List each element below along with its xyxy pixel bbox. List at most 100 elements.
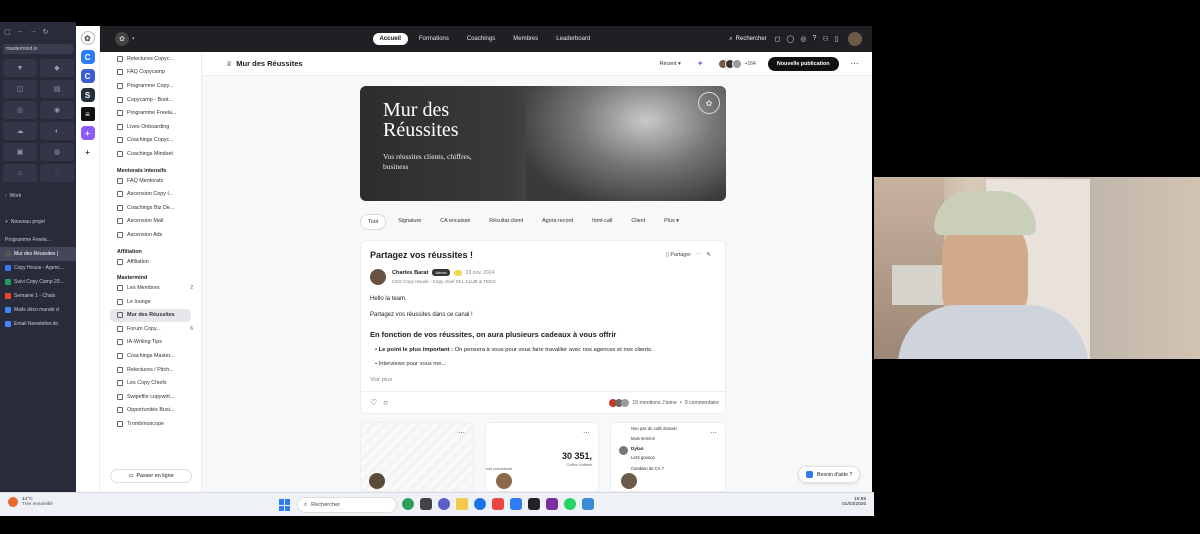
pinned-tab[interactable]: ◆ — [40, 59, 74, 77]
space-item[interactable]: Forum Copy... 6 — [100, 322, 201, 336]
help-button[interactable]: Besoin d'aide ? — [798, 466, 861, 483]
bookmark-icon[interactable]: ▯ — [835, 35, 839, 43]
store-icon[interactable] — [510, 498, 522, 510]
reload-icon[interactable]: ↻ — [43, 28, 49, 36]
browser-tab[interactable]: Copy House - Agenc... — [0, 261, 76, 275]
help-icon[interactable]: ? — [812, 35, 816, 43]
app-icon[interactable] — [546, 498, 558, 510]
slack-icon[interactable] — [492, 498, 504, 510]
space-item[interactable]: Relectures Copyc... — [100, 52, 201, 66]
section-heading-mentorats[interactable]: Mentorats intensifs — [100, 161, 201, 174]
post-more-icon[interactable]: ⋯ — [696, 252, 701, 258]
space-item[interactable]: Les Copy Chiefs — [100, 376, 201, 390]
search-button[interactable]: ⌕ Rechercher — [729, 36, 766, 43]
space-item[interactable]: Programme Freela... — [100, 106, 201, 120]
space-item[interactable]: Copycamp - Boot... — [100, 93, 201, 107]
pinned-tab[interactable]: ◍ — [40, 143, 74, 161]
messages-icon[interactable]: ◎ — [800, 35, 806, 43]
add-app-icon[interactable]: + — [81, 145, 95, 159]
liker-avatars[interactable] — [609, 399, 630, 407]
community-logo-icon[interactable]: ✿ — [80, 31, 95, 45]
filter-signature[interactable]: Signature — [391, 214, 428, 230]
pinned-tab[interactable]: ◎ — [3, 101, 37, 119]
pin-icon[interactable]: ✎ — [706, 252, 711, 258]
space-item[interactable]: Swipefile copywrit... — [100, 390, 201, 404]
likes-count[interactable]: 15 mentions J'aime — [632, 400, 677, 406]
community-switcher-icon[interactable]: ✿ — [115, 32, 129, 46]
tab-coachings[interactable]: Coachings — [460, 33, 502, 45]
chrome-icon[interactable] — [402, 498, 414, 510]
space-item[interactable]: Trombinoscope — [100, 417, 201, 431]
section-heading-affiliation[interactable]: Affiliation — [100, 242, 201, 255]
weather-widget[interactable]: 14°C Très ensoleillé — [8, 497, 53, 507]
space-item[interactable]: Affiliation — [100, 255, 201, 269]
pinned-tab[interactable]: ◌ — [40, 164, 74, 182]
start-icon[interactable] — [279, 499, 291, 511]
teams-icon[interactable] — [438, 498, 450, 510]
space-item[interactable]: FAQ Copycamp — [100, 66, 201, 80]
space-item-active[interactable]: Mur des Réussites — [110, 308, 191, 323]
app-s-icon[interactable]: S — [80, 88, 95, 102]
browser-tab[interactable]: Email Newsletter.do — [0, 317, 76, 331]
space-item[interactable]: IA-Writing Tips — [100, 336, 201, 350]
card-author-avatar[interactable] — [621, 473, 637, 489]
member-avatars[interactable] — [717, 58, 742, 69]
chevron-down-icon[interactable]: ▾ — [132, 36, 135, 42]
app-icon[interactable] — [420, 498, 432, 510]
share-button[interactable]: ▯ Partager — [666, 252, 691, 258]
more-options-icon[interactable]: ⋯ — [851, 59, 859, 68]
post-card[interactable]: ⋯ Non pas de calls demain Mais terminé D… — [610, 422, 726, 492]
comments-count[interactable]: 0 commentaire — [685, 400, 719, 406]
author-name[interactable]: Charles Barat — [392, 270, 428, 276]
space-item[interactable]: Opportunités Busi... — [100, 404, 201, 418]
space-item[interactable]: Ascension Ads — [100, 228, 201, 242]
browser-tab[interactable]: Semaine 1 - Chats — [0, 289, 76, 303]
space-item[interactable]: Ascension Mail — [100, 215, 201, 229]
edge-icon[interactable] — [474, 498, 486, 510]
tab-accueil[interactable]: Accueil — [372, 33, 408, 45]
app-plus-icon[interactable]: + — [80, 126, 95, 140]
filter-agora-record[interactable]: Agora record — [535, 214, 580, 230]
browser-tab[interactable]: Programme Freela... — [0, 233, 76, 247]
pinned-tab[interactable]: ▤ — [40, 80, 74, 98]
clock[interactable]: 15:59 01/03/2026 — [842, 497, 866, 507]
user-avatar[interactable] — [848, 32, 863, 46]
space-item[interactable]: Ascension Copy l... — [100, 187, 201, 201]
people-icon[interactable]: ⚇ — [822, 35, 828, 43]
space-item[interactable]: Le lounge — [100, 295, 201, 309]
space-item[interactable]: Programme Copy... — [100, 79, 201, 93]
workspace-section[interactable]: › Work — [0, 189, 76, 203]
chat-icon[interactable]: ◯ — [786, 35, 794, 43]
author-avatar[interactable] — [370, 269, 386, 285]
tab-leaderboard[interactable]: Leaderboard — [549, 33, 597, 45]
pinned-tab[interactable]: ⌂ — [3, 164, 37, 182]
tab-formations[interactable]: Formations — [412, 33, 456, 45]
post-card[interactable]: ⋯ — [360, 422, 474, 492]
card-more-icon[interactable]: ⋯ — [710, 429, 717, 437]
card-author-avatar[interactable] — [496, 473, 512, 489]
app-c2-icon[interactable]: C — [80, 69, 95, 83]
pinned-tab[interactable]: ▼ — [3, 59, 37, 77]
filter-ca-encaisse[interactable]: CA encaissé — [433, 214, 477, 230]
space-item[interactable]: Lives Onboarding — [100, 120, 201, 134]
back-icon[interactable]: ← — [17, 28, 24, 36]
post-title[interactable]: Partagez vos réussites ! — [370, 250, 473, 260]
filter-tout[interactable]: Tout — [360, 214, 387, 230]
new-project-button[interactable]: + Nouveau projet — [0, 215, 76, 229]
forward-icon[interactable]: → — [30, 28, 37, 36]
space-item[interactable]: Coachings Mindset — [100, 147, 201, 161]
url-bar[interactable]: mastermind.io — [3, 44, 73, 54]
space-item[interactable]: Relectures / Pitch... — [100, 363, 201, 377]
folder-icon[interactable] — [456, 498, 468, 510]
see-more-link[interactable]: Voir plus — [370, 377, 392, 383]
new-post-button[interactable]: Nouvelle publication — [767, 56, 839, 71]
card-more-icon[interactable]: ⋯ — [458, 429, 465, 437]
terminal-icon[interactable] — [528, 498, 540, 510]
pinned-tab[interactable]: ◐ — [40, 122, 74, 140]
tab-membres[interactable]: Membres — [506, 33, 545, 45]
browser-tab[interactable]: Mails déco murale d — [0, 303, 76, 317]
browser-tab[interactable]: Suivi Copy Camp 20... — [0, 275, 76, 289]
sort-dropdown[interactable]: Récent ▾ — [660, 61, 681, 67]
pinned-tab[interactable]: ◫ — [3, 80, 37, 98]
notifications-icon[interactable]: ◻ — [775, 35, 781, 43]
